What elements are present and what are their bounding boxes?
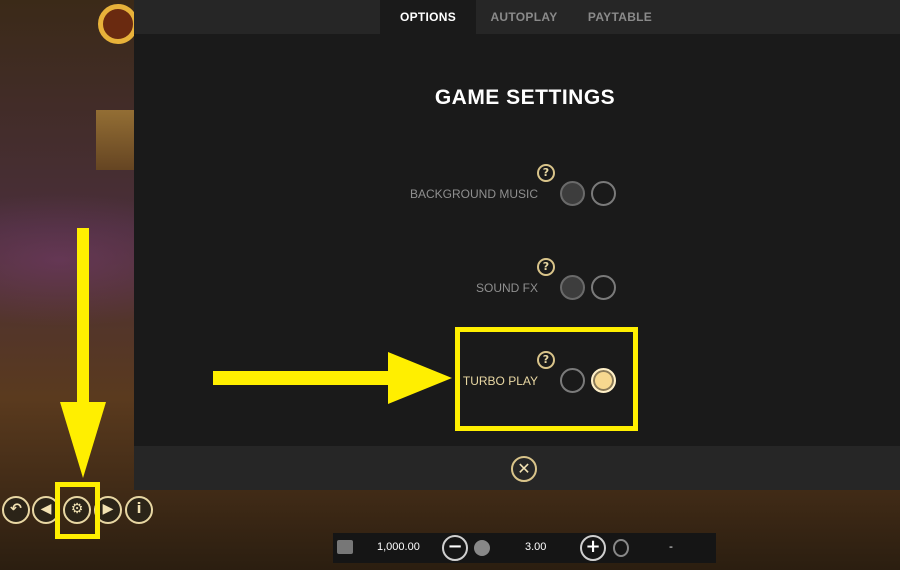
- horizontal-arrow-shaft: [213, 371, 393, 385]
- vertical-arrow-shaft: [77, 228, 89, 408]
- horizontal-arrow-head: [388, 352, 452, 404]
- vertical-arrow-head: [60, 402, 106, 478]
- annotation-arrows: [60, 228, 452, 478]
